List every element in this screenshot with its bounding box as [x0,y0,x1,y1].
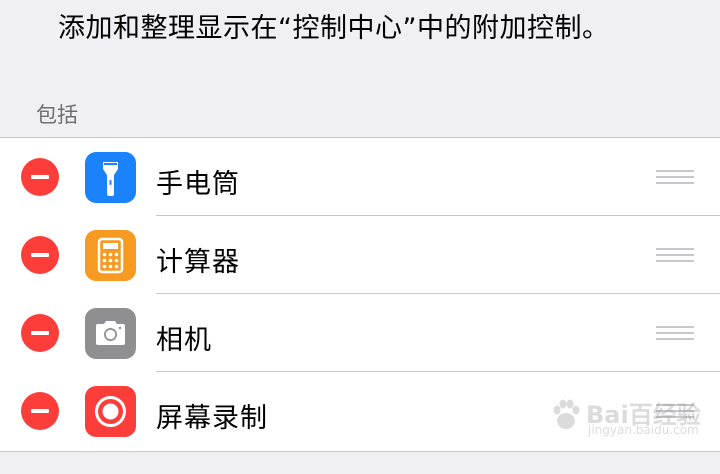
reorder-handle-calculator[interactable] [656,248,694,262]
section-header-include: 包括 [36,103,78,127]
paw-icon [553,399,580,429]
remove-camera-button[interactable] [21,314,59,352]
minus-icon [31,331,49,335]
remove-calculator-button[interactable] [21,236,59,274]
flashlight-icon [85,152,136,203]
remove-flashlight-button[interactable] [21,158,59,196]
screen-recording-label: 屏幕录制 [156,403,268,434]
reorder-handle-camera[interactable] [656,326,694,340]
minus-icon [31,253,49,257]
page-description: 添加和整理显示在“控制中心”中的附加控制。 [58,13,610,44]
flashlight-label: 手电筒 [156,169,240,200]
calculator-label: 计算器 [156,247,240,278]
minus-icon [31,409,49,413]
control-center-customize-page: 添加和整理显示在“控制中心”中的附加控制。 包括 手电筒 计算器 相机 屏幕录制… [0,0,720,474]
baidu-watermark: Bai百经验 jingyan.baidu.com [548,393,708,439]
camera-label: 相机 [156,325,212,356]
list-item-calculator: 计算器 [0,216,720,294]
calculator-icon [85,230,136,281]
watermark-url: jingyan.baidu.com [588,423,699,437]
screen-recording-icon [85,386,136,437]
minus-icon [31,175,49,179]
remove-screen-recording-button[interactable] [21,392,59,430]
camera-icon [85,308,136,359]
list-item-flashlight: 手电筒 [0,138,720,216]
list-item-camera: 相机 [0,294,720,372]
reorder-handle-flashlight[interactable] [656,170,694,184]
